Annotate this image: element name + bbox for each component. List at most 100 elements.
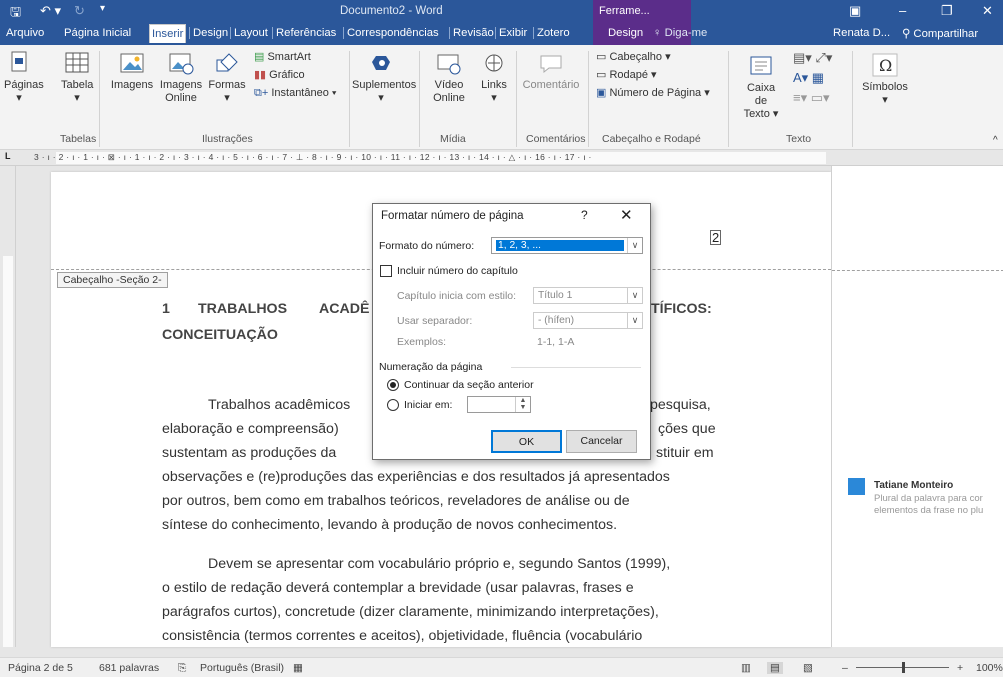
zoom-in-icon[interactable]: + (957, 662, 963, 674)
separator-select[interactable]: - (hífen) ∨ (533, 312, 643, 329)
comment-author[interactable]: Tatiane Monteiro (874, 480, 953, 491)
tabela-button[interactable]: Tabela ▾ (61, 50, 93, 105)
include-chapter-checkbox[interactable] (380, 265, 392, 277)
close-icon[interactable]: ✕ (620, 206, 633, 224)
tab-revisao[interactable]: Revisão (449, 27, 494, 39)
video-online-button[interactable]: Vídeo Online (429, 50, 469, 105)
chapter-style-label: Capítulo inicia com estilo: (397, 290, 517, 302)
tab-context-design[interactable]: Design (608, 27, 643, 39)
user-name[interactable]: Renata D... (833, 27, 890, 39)
redo-icon[interactable]: ↻ (74, 3, 85, 19)
minimize-icon[interactable]: – (899, 3, 906, 18)
vertical-ruler-area (3, 256, 13, 647)
start-at-radio[interactable] (387, 399, 399, 411)
dropcap-icon[interactable]: ≡▾ ▭▾ (793, 91, 830, 104)
imagens-button[interactable]: Imagens (110, 50, 154, 92)
wordart-icon[interactable]: A▾ ▦ (793, 71, 824, 84)
imagens-online-button[interactable]: Imagens Online (158, 50, 204, 105)
word-count[interactable]: 681 palavras (99, 662, 159, 674)
page-status[interactable]: Página 2 de 5 (8, 662, 73, 674)
formas-label: Formas (208, 79, 246, 91)
smartart-button[interactable]: ▤ SmartArt (254, 51, 311, 64)
tab-zotero[interactable]: Zotero (533, 27, 570, 39)
table-icon (65, 52, 89, 73)
link-icon (485, 54, 503, 72)
paragraph-line: parágrafos curtos), concretude (dizer cl… (162, 604, 659, 620)
zoom-out-icon[interactable]: – (842, 662, 848, 674)
paginas-button[interactable]: Páginas ▾ (4, 50, 44, 105)
language-status[interactable]: Português (Brasil) (200, 662, 284, 674)
comment-text[interactable]: Plural da palavra para cor elementos da f… (874, 493, 983, 517)
person-icon: ⚲ (902, 28, 914, 40)
paragraph-line: Trabalhos acadêmicos (208, 397, 351, 413)
vertical-ruler[interactable] (0, 166, 16, 647)
restore-icon[interactable]: ❐ (941, 3, 953, 19)
numero-pagina-button[interactable]: ▣ Número de Página ▾ (596, 87, 710, 100)
header-page-number[interactable]: 2 (710, 230, 722, 245)
format-page-number-dialog: Formatar número de página ? ✕ Formato do… (372, 203, 651, 460)
continue-previous-label[interactable]: Continuar da seção anterior (404, 379, 534, 391)
macro-icon[interactable]: ▦ (293, 662, 303, 674)
cabecalho-button[interactable]: ▭ Cabeçalho ▾ (596, 51, 671, 64)
read-mode-icon[interactable]: ▥ (741, 662, 751, 674)
simbolos-label: Símbolos (862, 81, 908, 93)
ruler-ticks: 3 · ı · 2 · ı · 1 · ı · ⊠ · ı · 1 · ı · … (34, 152, 592, 162)
chapter-style-select[interactable]: Título 1 ∨ (533, 287, 643, 304)
customize-qat-icon[interactable]: ▾ (100, 3, 105, 14)
suplementos-button[interactable]: Suplementos ▾ (352, 50, 416, 105)
include-chapter-label[interactable]: Incluir número do capítulo (397, 265, 518, 277)
zoom-level[interactable]: 100% (976, 662, 1003, 674)
formas-button[interactable]: Formas ▾ (206, 50, 248, 105)
ok-button[interactable]: OK (491, 430, 562, 453)
chevron-down-icon: ∨ (627, 288, 642, 303)
print-layout-icon[interactable]: ▤ (767, 662, 783, 674)
tab-stop-icon[interactable]: L (5, 151, 11, 161)
links-button[interactable]: Links ▾ (478, 50, 510, 105)
start-at-spinner[interactable]: ▲ ▼ (467, 396, 531, 413)
start-at-label[interactable]: Iniciar em: (404, 399, 452, 411)
cancel-button[interactable]: Cancelar (566, 430, 637, 453)
pages-icon (11, 51, 27, 72)
tab-pagina-inicial[interactable]: Página Inicial (64, 27, 131, 39)
simbolos-button[interactable]: Ω Símbolos ▾ (858, 52, 912, 107)
close-icon[interactable]: ✕ (982, 3, 993, 19)
continue-previous-radio[interactable] (387, 379, 399, 391)
tell-me-search[interactable]: ♀ Diga-me (653, 27, 707, 39)
zoom-slider-thumb[interactable] (902, 662, 905, 673)
tab-arquivo[interactable]: Arquivo (6, 27, 44, 39)
group-texto: Texto (786, 133, 812, 145)
ribbon-display-icon[interactable]: ▣ (849, 3, 861, 19)
instantaneo-button[interactable]: ⧉+ Instantâneo ▾ (254, 87, 337, 100)
tab-layout[interactable]: Layout (230, 27, 268, 39)
help-icon[interactable]: ? (581, 208, 588, 222)
proofing-icon[interactable]: ⎘ (178, 662, 186, 675)
rodape-button[interactable]: ▭ Rodapé ▾ (596, 69, 657, 82)
addins-icon (372, 56, 390, 70)
avatar (848, 478, 865, 495)
tell-me-label: Diga-me (664, 27, 708, 39)
caixa-texto-button[interactable]: Caixa de Texto ▾ (741, 53, 781, 121)
comment-line: elementos da frase no plu (874, 505, 984, 516)
quick-parts-icon[interactable]: ▤▾ ⤢▾ (793, 51, 832, 64)
share-button[interactable]: ⚲ Compartilhar (902, 27, 978, 40)
tab-inserir[interactable]: Inserir (149, 24, 187, 43)
tab-correspondencias[interactable]: Correspondências (343, 27, 439, 39)
comment-icon (540, 55, 562, 74)
undo-icon[interactable]: ↶ ▾ (40, 3, 61, 19)
word-window: 🖫 ↶ ▾ ↻ ▾ Documento2 - Word Ferrame... ▣… (0, 0, 1003, 677)
tab-exibir[interactable]: Exibir (495, 27, 527, 39)
number-format-select[interactable]: 1, 2, 3, ... ∨ (491, 237, 643, 254)
tab-referencias[interactable]: Referências (272, 27, 336, 39)
horizontal-ruler[interactable]: L 3 · ı · 2 · ı · 1 · ı · ⊠ · ı · 1 · ı … (0, 150, 1003, 166)
web-layout-icon[interactable]: ▧ (803, 662, 813, 674)
save-icon[interactable]: 🖫 (10, 3, 21, 25)
comentario-button[interactable]: Comentário (520, 50, 582, 92)
spinner-arrows-icon[interactable]: ▲ ▼ (515, 397, 530, 412)
collapse-ribbon-icon[interactable]: ^ (993, 134, 998, 147)
group-divider (852, 51, 853, 147)
dialog-title: Formatar número de página (381, 210, 524, 222)
paragraph-line: por outros, bem como em trabalhos teóric… (162, 493, 630, 509)
grafico-button[interactable]: ▮▮ Gráfico (254, 69, 305, 82)
tab-design[interactable]: Design (189, 27, 228, 39)
caixa-texto-label-2: Texto (743, 108, 770, 120)
